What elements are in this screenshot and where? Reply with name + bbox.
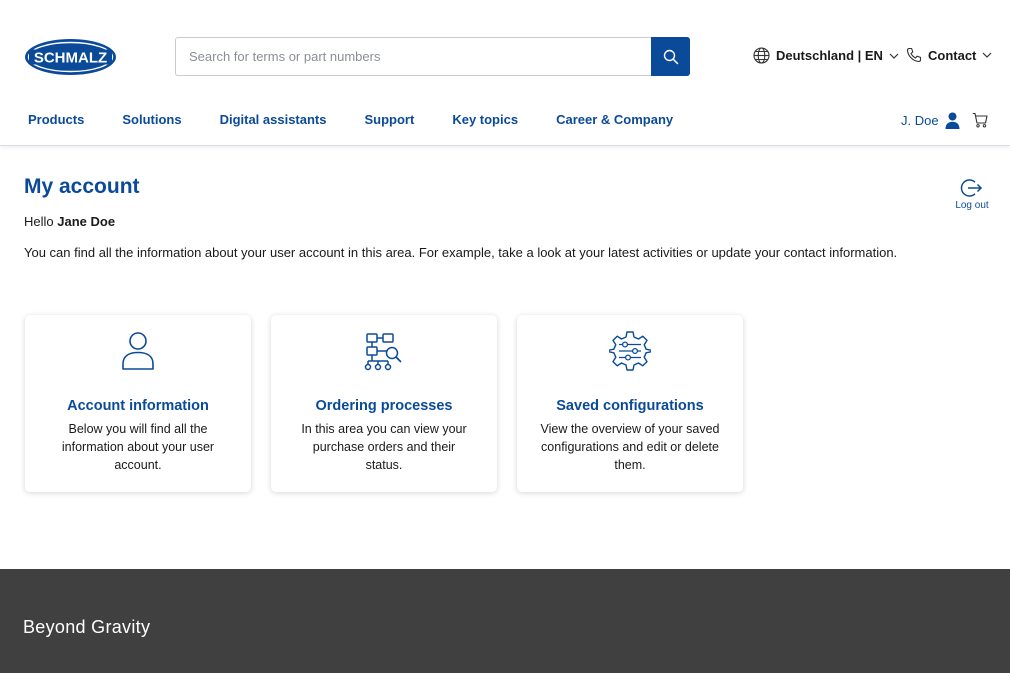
greeting-prefix: Hello (24, 214, 54, 229)
main-nav: Products Solutions Digital assistants Su… (28, 112, 711, 127)
page-title: My account (24, 175, 140, 198)
footer-tagline: Beyond Gravity (23, 617, 151, 637)
card-text: View the overview of your saved configur… (540, 422, 720, 472)
phone-icon (906, 47, 922, 63)
card-title: Saved configurations (556, 398, 704, 414)
card-ordering-processes[interactable]: Ordering processes In this area you can … (271, 315, 497, 492)
chevron-down-icon (889, 53, 899, 59)
nav-item-support[interactable]: Support (365, 112, 415, 127)
search-input[interactable] (176, 38, 651, 75)
logo-text: SCHMALZ (34, 50, 107, 67)
user-icon (945, 112, 960, 129)
greeting: Hello Jane Doe (24, 214, 115, 229)
card-title: Account information (67, 398, 209, 414)
globe-icon (753, 47, 770, 64)
schmalz-logo[interactable]: SCHMALZ (24, 38, 117, 76)
logout-button[interactable]: Log out (952, 178, 992, 211)
user-menu[interactable]: J. Doe (901, 112, 960, 129)
site-header: SCHMALZ Deutschland | EN Contact (0, 0, 1010, 146)
nav-item-key-topics[interactable]: Key topics (452, 112, 518, 127)
shopping-cart-icon (972, 112, 988, 128)
card-text: Below you will find all the information … (61, 422, 215, 472)
user-name: Jane Doe (57, 214, 116, 229)
locale-selector[interactable]: Deutschland | EN (753, 47, 899, 64)
search-icon (663, 49, 678, 64)
intro-text: You can find all the information about y… (24, 245, 898, 260)
user-icon (122, 332, 154, 370)
account-cards: Account information Below you will find … (25, 315, 743, 492)
logout-icon (960, 179, 983, 197)
user-label: J. Doe (901, 113, 939, 128)
cart-button[interactable] (972, 112, 988, 133)
nav-item-solutions[interactable]: Solutions (122, 112, 181, 127)
contact-label: Contact (928, 47, 977, 63)
search-button[interactable] (651, 37, 690, 76)
nav-item-digital-assistants[interactable]: Digital assistants (220, 112, 327, 127)
contact-link[interactable]: Contact (906, 47, 992, 63)
card-saved-configurations[interactable]: Saved configurations View the overview o… (517, 315, 743, 492)
nav-item-products[interactable]: Products (28, 112, 84, 127)
logout-label: Log out (955, 200, 989, 211)
locale-label: Deutschland | EN (776, 48, 883, 63)
process-flow-icon (364, 333, 402, 371)
nav-item-career-company[interactable]: Career & Company (556, 112, 673, 127)
card-text: In this area you can view your purchase … (301, 422, 467, 472)
search-bar (175, 37, 690, 76)
card-account-information[interactable]: Account information Below you will find … (25, 315, 251, 492)
gear-settings-icon (609, 331, 651, 371)
chevron-down-icon (982, 52, 992, 58)
site-footer: Beyond Gravity (0, 569, 1010, 673)
card-title: Ordering processes (315, 398, 453, 414)
